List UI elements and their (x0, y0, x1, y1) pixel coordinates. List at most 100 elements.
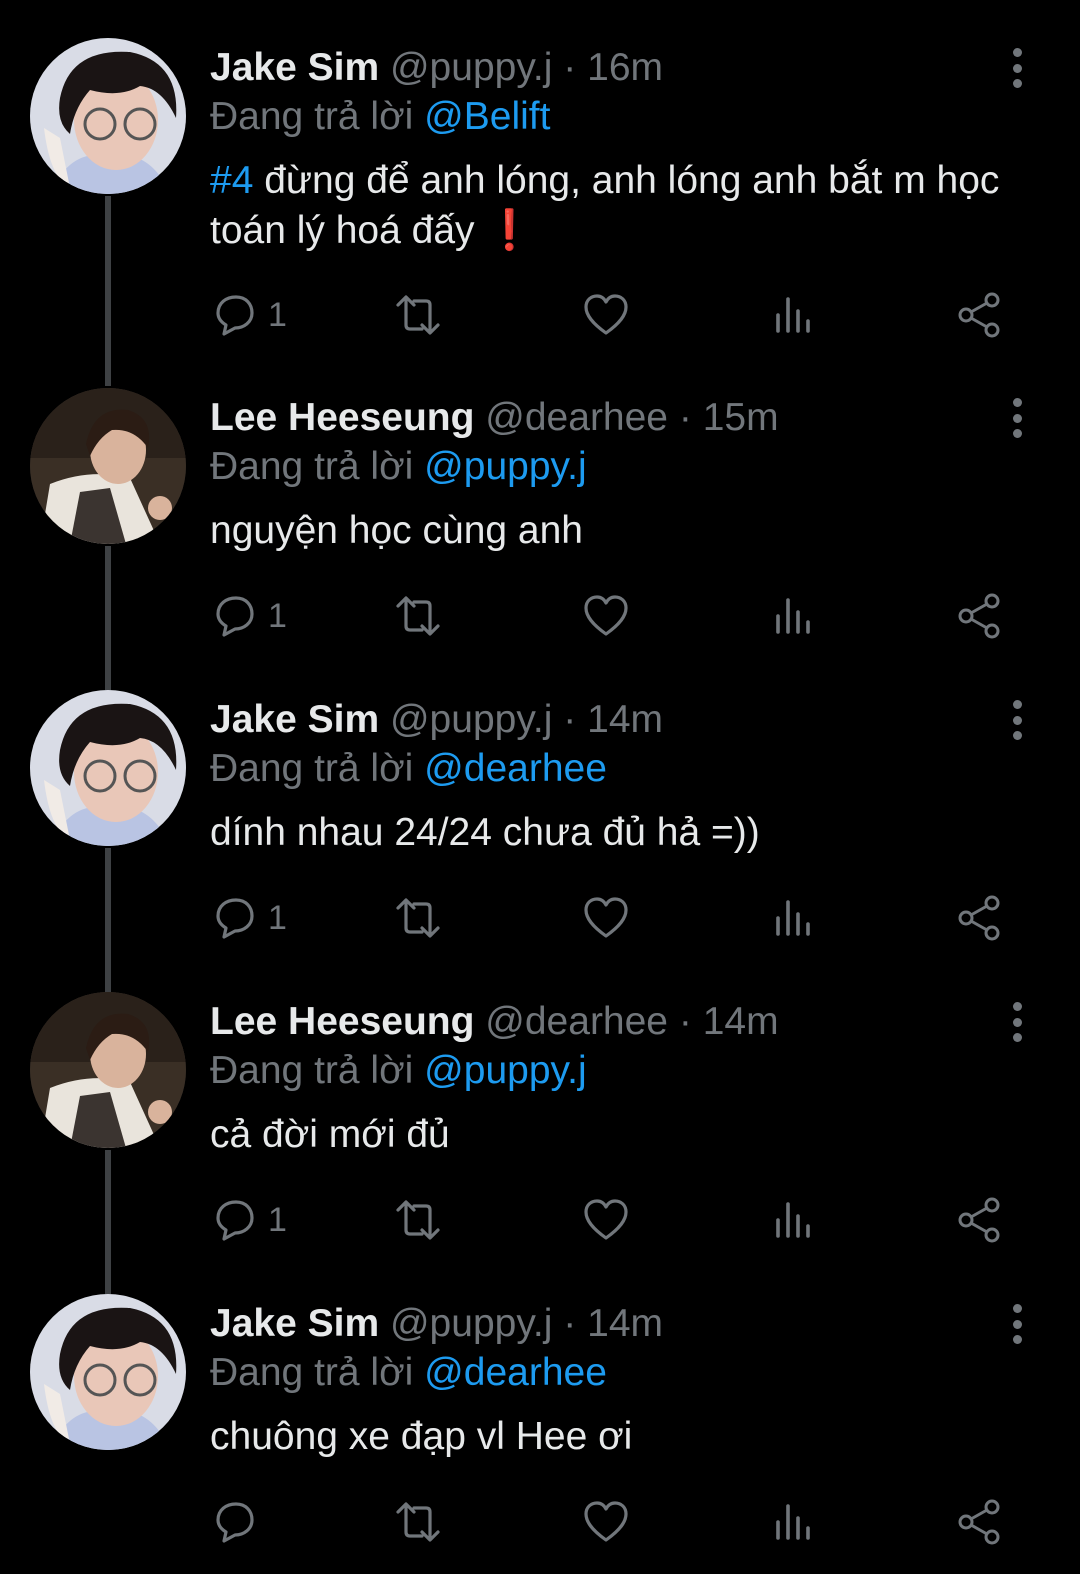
tweet[interactable]: Jake Sim @puppy.j · 14m Đang trả lời @de… (0, 1256, 1080, 1558)
tweet-header: Lee Heeseung @dearhee · 15m (210, 394, 1040, 442)
heart-icon (584, 294, 628, 335)
retweet-button[interactable] (394, 287, 442, 343)
display-name[interactable]: Lee Heeseung (210, 396, 474, 439)
timestamp[interactable]: 14m (587, 698, 663, 741)
comment-bubble-icon (216, 596, 254, 637)
mention-link[interactable]: @dearhee (424, 1351, 607, 1394)
tweet-text: dính nhau 24/24 chưa đủ hả =)) (210, 808, 1010, 858)
timestamp[interactable]: 16m (587, 46, 663, 89)
like-button[interactable] (582, 890, 630, 946)
jake-avatar-image (30, 690, 186, 846)
tweet[interactable]: Lee Heeseung @dearhee · 15m Đang trả lời… (0, 350, 1080, 692)
tweet-text-content: cả đời mới đủ (210, 1113, 450, 1156)
tweet[interactable]: Jake Sim @puppy.j · 14m Đang trả lời @de… (0, 652, 1080, 994)
views-button[interactable] (770, 890, 818, 946)
timestamp[interactable]: 14m (703, 1000, 779, 1043)
user-handle[interactable]: @puppy.j (390, 1302, 552, 1345)
replying-to-label: Đang trả lời (210, 1351, 414, 1394)
user-handle[interactable]: @puppy.j (390, 698, 552, 741)
avatar[interactable] (30, 690, 186, 846)
retweet-button[interactable] (394, 1494, 442, 1550)
like-button[interactable] (582, 1494, 630, 1550)
tweet[interactable]: Lee Heeseung @dearhee · 14m Đang trả lời… (0, 954, 1080, 1296)
avatar[interactable] (30, 1294, 186, 1450)
display-name[interactable]: Lee Heeseung (210, 1000, 474, 1043)
tweet-text-content: dính nhau 24/24 chưa đủ hả =)) (210, 811, 760, 854)
avatar[interactable] (30, 992, 186, 1148)
views-button[interactable] (770, 287, 818, 343)
mention-link[interactable]: @puppy.j (424, 1049, 586, 1092)
user-handle[interactable]: @dearhee (485, 396, 668, 439)
tweet-header: Jake Sim @puppy.j · 16m (210, 44, 1040, 92)
reply-count: 1 (268, 596, 287, 635)
tweet-header: Jake Sim @puppy.j · 14m (210, 1300, 1040, 1348)
display-name[interactable]: Jake Sim (210, 698, 379, 741)
reply-button[interactable]: 1 (210, 1192, 287, 1248)
tweet[interactable]: Jake Sim @puppy.j · 16m Đang trả lời @Be… (0, 0, 1080, 386)
bar-chart-icon (776, 900, 810, 936)
share-button[interactable] (956, 588, 1004, 644)
comment-bubble-icon (216, 295, 254, 336)
heart-icon (584, 1501, 628, 1542)
more-options-button[interactable] (1004, 700, 1030, 740)
avatar[interactable] (30, 38, 186, 194)
like-button[interactable] (582, 1192, 630, 1248)
avatar[interactable] (30, 388, 186, 544)
separator: · (678, 1000, 692, 1043)
reply-button[interactable]: 1 (210, 588, 287, 644)
reply-thread: Jake Sim @puppy.j · 16m Đang trả lời @Be… (0, 0, 1080, 1574)
tweet-header: Jake Sim @puppy.j · 14m (210, 696, 1040, 744)
share-button[interactable] (956, 287, 1004, 343)
separator: · (563, 46, 577, 89)
more-vertical-icon (1012, 1002, 1022, 1011)
views-button[interactable] (770, 1192, 818, 1248)
like-button[interactable] (582, 588, 630, 644)
more-options-button[interactable] (1004, 1304, 1030, 1344)
tweet-body: Jake Sim @puppy.j · 14m Đang trả lời @de… (210, 696, 1040, 858)
avatar-column (30, 38, 186, 194)
retweet-button[interactable] (394, 588, 442, 644)
timestamp[interactable]: 14m (587, 1302, 663, 1345)
retweet-button[interactable] (394, 890, 442, 946)
hashtag-link[interactable]: #4 (210, 159, 253, 202)
action-bar: 1 (210, 588, 1020, 644)
mention-link[interactable]: @Belift (424, 95, 550, 138)
reply-count: 1 (268, 898, 287, 937)
tweet-text-content: chuông xe đạp vl Hee ơi (210, 1415, 633, 1458)
share-button[interactable] (956, 1192, 1004, 1248)
replying-to-label: Đang trả lời (210, 445, 414, 488)
replying-to-label: Đang trả lời (210, 1049, 414, 1092)
retweet-icon (396, 1200, 440, 1240)
like-button[interactable] (582, 287, 630, 343)
share-button[interactable] (956, 1494, 1004, 1550)
more-options-button[interactable] (1004, 1002, 1030, 1042)
timestamp[interactable]: 15m (703, 396, 779, 439)
reply-button[interactable]: 1 (210, 287, 287, 343)
share-button[interactable] (956, 890, 1004, 946)
replying-to: Đang trả lời @puppy.j (210, 1046, 1040, 1096)
retweet-button[interactable] (394, 1192, 442, 1248)
user-handle[interactable]: @puppy.j (390, 46, 552, 89)
display-name[interactable]: Jake Sim (210, 1302, 379, 1345)
reply-count: 1 (268, 1200, 287, 1239)
user-handle[interactable]: @dearhee (485, 1000, 668, 1043)
more-options-button[interactable] (1004, 398, 1030, 438)
heart-icon (584, 897, 628, 938)
views-button[interactable] (770, 1494, 818, 1550)
bar-chart-icon (776, 297, 810, 333)
mention-link[interactable]: @dearhee (424, 747, 607, 790)
tweet-header: Lee Heeseung @dearhee · 14m (210, 998, 1040, 1046)
replying-to-label: Đang trả lời (210, 747, 414, 790)
more-vertical-icon (1012, 48, 1022, 57)
reply-button[interactable]: 1 (210, 890, 287, 946)
views-button[interactable] (770, 588, 818, 644)
tweet-text: cả đời mới đủ (210, 1110, 1010, 1160)
retweet-icon (396, 295, 440, 335)
more-options-button[interactable] (1004, 48, 1030, 88)
bar-chart-icon (776, 1202, 810, 1238)
display-name[interactable]: Jake Sim (210, 46, 379, 89)
reply-button[interactable] (210, 1494, 268, 1550)
tweet-text: nguyện học cùng anh (210, 506, 1010, 556)
tweet-text: chuông xe đạp vl Hee ơi (210, 1412, 1010, 1462)
mention-link[interactable]: @puppy.j (424, 445, 586, 488)
